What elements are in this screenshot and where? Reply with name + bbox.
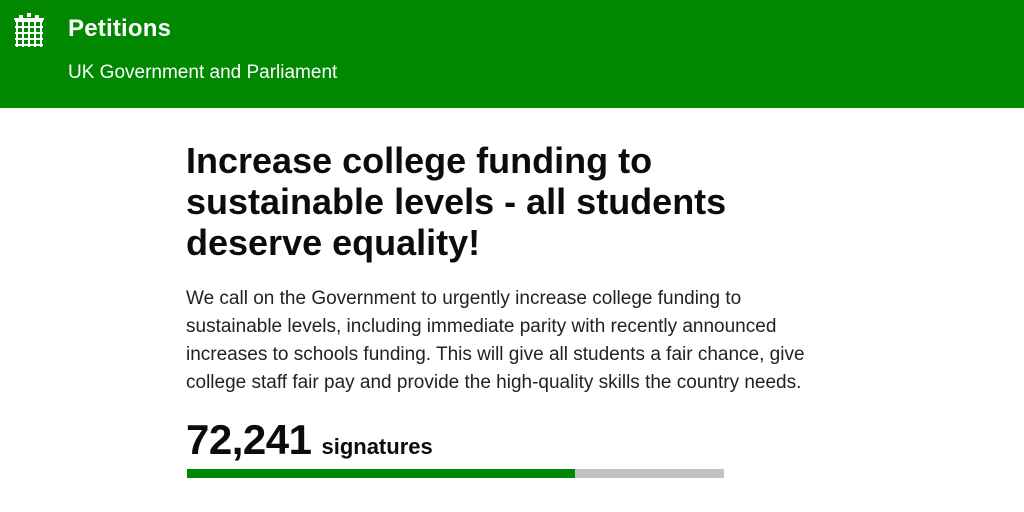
signature-count-line: 72,241 signatures [186,416,433,464]
petition-content: Increase college funding to sustainable … [186,140,826,397]
signature-progress-bar [187,469,724,478]
petition-description: We call on the Government to urgently in… [186,288,805,393]
portcullis-icon[interactable] [13,13,45,49]
site-subtitle: UK Government and Parliament [68,62,338,83]
signature-count: 72,241 [186,416,312,463]
site-header: Petitions UK Government and Parliament [0,0,1024,108]
signature-progress-fill [187,469,575,478]
site-title-link[interactable]: Petitions [68,15,171,43]
petition-title: Increase college funding to sustainable … [186,140,727,263]
signature-label: signatures [321,434,433,459]
